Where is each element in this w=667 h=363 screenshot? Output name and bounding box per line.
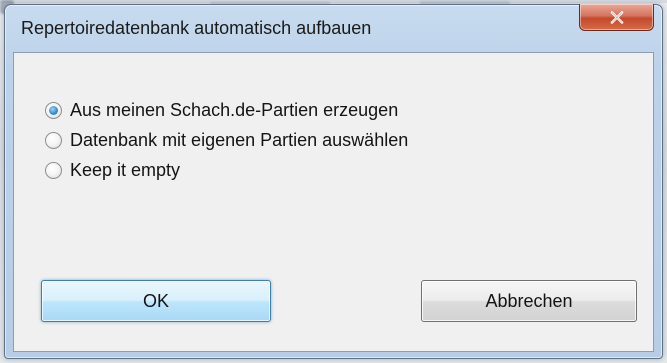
source-radio-group: Aus meinen Schach.de-Partien erzeugen Da… xyxy=(45,95,408,185)
option-from-schach-games[interactable]: Aus meinen Schach.de-Partien erzeugen xyxy=(45,95,408,125)
option-label: Keep it empty xyxy=(70,159,181,180)
dialog-content: Aus meinen Schach.de-Partien erzeugen Da… xyxy=(13,52,654,352)
option-choose-database[interactable]: Datenbank mit eigenen Partien auswählen xyxy=(45,125,408,155)
radio-button-selected[interactable] xyxy=(45,101,62,119)
backdrop-stripe xyxy=(0,0,667,3)
radio-button[interactable] xyxy=(45,131,62,149)
dialog-title: Repertoiredatenbank automatisch aufbauen xyxy=(21,18,372,38)
option-label: Aus meinen Schach.de-Partien erzeugen xyxy=(70,99,399,120)
ok-button[interactable]: OK xyxy=(41,280,271,322)
title-bar[interactable]: Repertoiredatenbank automatisch aufbauen xyxy=(5,4,662,49)
option-keep-empty[interactable]: Keep it empty xyxy=(45,155,408,185)
radio-button[interactable] xyxy=(45,161,62,179)
cancel-button[interactable]: Abbrechen xyxy=(421,280,637,322)
option-label: Datenbank mit eigenen Partien auswählen xyxy=(70,129,409,150)
dialog-window: Repertoiredatenbank automatisch aufbauen… xyxy=(4,4,663,359)
close-icon xyxy=(610,10,624,24)
close-button[interactable] xyxy=(579,4,654,31)
